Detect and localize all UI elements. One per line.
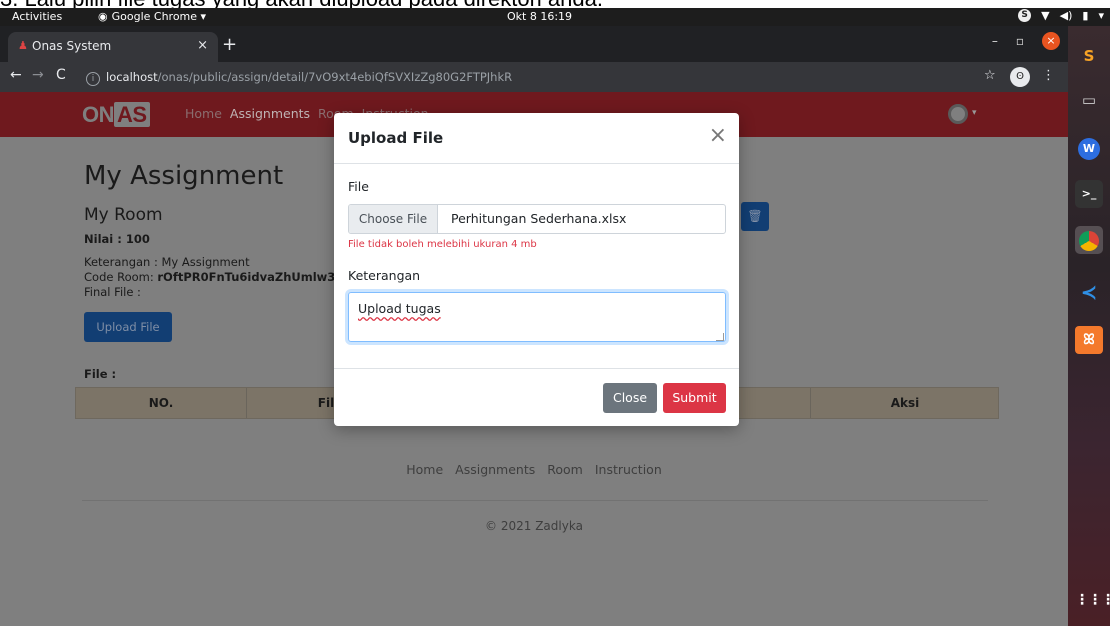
url-host: localhost — [106, 70, 158, 84]
battery-icon: ▮ — [1082, 9, 1089, 22]
tab-close-icon[interactable]: × — [197, 38, 208, 53]
dock: S ▭ W >_ ≺ ꕤ ⋮⋮⋮ — [1068, 26, 1110, 626]
code-room-value: rOftPR0FnTu6idvaZhUmlw3J — [157, 270, 340, 284]
file-section-label: File : — [84, 367, 117, 381]
site-info-icon[interactable]: i — [86, 72, 100, 86]
file-size-error: File tidak boleh melebihi ukuran 4 mb — [348, 239, 537, 250]
forward-button[interactable]: → — [32, 67, 44, 83]
new-tab-button[interactable]: + — [222, 34, 237, 55]
document-caption: 3. Lalu pilih file tugas yang akan diupl… — [0, 0, 1110, 8]
tab-title: Onas System — [32, 39, 112, 53]
col-aksi: Aksi — [890, 396, 920, 410]
footer-instruction[interactable]: Instruction — [595, 462, 662, 477]
selected-file-name: Perhitungan Sederhana.xlsx — [451, 211, 627, 226]
onas-logo[interactable]: ON AS — [82, 102, 150, 128]
keterangan-text: Keterangan : My Assignment — [84, 255, 250, 269]
window-controls: – ▫ × — [992, 32, 1060, 50]
assignment-details: Keterangan : My Assignment Code Room: rO… — [84, 255, 340, 300]
keterangan-label: Keterangan — [348, 268, 421, 283]
tray-menu-icon[interactable]: ▾ — [1098, 9, 1104, 22]
file-input[interactable]: Choose File Perhitungan Sederhana.xlsx — [348, 204, 726, 234]
address-bar-row: ← → C i localhost/onas/public/assign/deta… — [0, 62, 1068, 92]
url-path: /onas/public/assign/detail/7vO9xt4ebiQfS… — [157, 70, 513, 84]
choose-file-button[interactable]: Choose File — [349, 205, 438, 233]
upload-file-modal: Upload File × File Choose File Perhitung… — [334, 113, 739, 426]
sublime-text-icon[interactable]: S — [1075, 42, 1103, 70]
system-tray[interactable]: S ▼ ◀) ▮ ▾ — [1018, 9, 1104, 22]
logo-as: AS — [114, 102, 150, 127]
bookmark-star-icon[interactable]: ☆ — [984, 68, 996, 83]
nav-assignments[interactable]: Assignments — [230, 106, 310, 121]
copyright: © 2021 Zadlyka — [485, 519, 583, 533]
clock[interactable]: Okt 8 16:19 — [507, 10, 572, 23]
keterangan-textarea[interactable]: Upload tugas — [348, 292, 726, 342]
col-file: Fil — [317, 396, 335, 410]
logo-on: ON — [82, 102, 115, 127]
submit-button[interactable]: Submit — [663, 383, 726, 413]
room-name: My Room — [84, 205, 163, 225]
volume-icon: ◀) — [1059, 9, 1073, 22]
wifi-icon: ▼ — [1041, 9, 1050, 22]
xampp-icon[interactable]: ꕤ — [1075, 326, 1103, 354]
minimize-button[interactable]: – — [992, 34, 998, 48]
browser-tab[interactable]: ♟ Onas System × — [8, 32, 218, 62]
chrome-icon: ◉ — [98, 10, 108, 23]
os-top-bar: Activities ◉ Google Chrome ▾ Okt 8 16:19 … — [0, 8, 1110, 26]
col-no: NO. — [148, 396, 174, 410]
modal-footer: Close Submit — [334, 368, 739, 426]
col-divider — [246, 388, 247, 418]
browser-tab-bar: ♟ Onas System × + – ▫ × — [0, 26, 1068, 62]
profile-avatar[interactable]: ʘ — [1010, 67, 1030, 87]
upload-file-button[interactable]: Upload File — [84, 312, 172, 342]
activities-button[interactable]: Activities — [12, 10, 62, 23]
footer-divider — [82, 500, 988, 501]
skype-icon[interactable]: S — [1018, 9, 1032, 22]
trash-icon: 🗑 — [747, 209, 763, 223]
footer-room[interactable]: Room — [547, 462, 583, 477]
screen: 3. Lalu pilih file tugas yang akan diupl… — [0, 0, 1110, 626]
code-room-label: Code Room: — [84, 270, 158, 284]
modal-title: Upload File — [348, 129, 444, 147]
vscode-icon[interactable]: ≺ — [1075, 278, 1103, 306]
files-icon[interactable]: ▭ — [1075, 86, 1103, 114]
nav-home[interactable]: Home — [185, 106, 222, 121]
show-apps-icon[interactable]: ⋮⋮⋮ — [1075, 586, 1110, 614]
chrome-menu-icon[interactable]: ⋮ — [1042, 68, 1055, 83]
user-avatar[interactable] — [948, 104, 968, 124]
app-menu[interactable]: ◉ Google Chrome ▾ — [98, 10, 206, 23]
page-title: My Assignment — [84, 161, 284, 191]
back-button[interactable]: ← — [10, 67, 22, 83]
close-button[interactable]: Close — [603, 383, 657, 413]
user-menu-caret-icon[interactable]: ▾ — [972, 108, 977, 118]
keterangan-value: Upload tugas — [358, 301, 441, 316]
app-menu-label: Google Chrome ▾ — [111, 10, 207, 23]
modal-close-icon[interactable]: × — [709, 123, 727, 149]
chrome-dock-icon[interactable] — [1075, 226, 1103, 254]
delete-assignment-button[interactable]: 🗑 — [741, 202, 769, 231]
favicon-icon: ♟ — [18, 39, 28, 52]
final-file-label: Final File : — [84, 285, 141, 299]
grade: Nilai : 100 — [84, 232, 150, 246]
caption-text: 3. Lalu pilih file tugas yang akan diupl… — [0, 0, 603, 8]
reload-button[interactable]: C — [56, 67, 66, 83]
footer-nav: Home Assignments Room Instruction — [0, 462, 1068, 477]
maximize-button[interactable]: ▫ — [1016, 34, 1024, 48]
footer-assignments[interactable]: Assignments — [455, 462, 535, 477]
textarea-resize-handle[interactable] — [716, 333, 724, 341]
url-field[interactable]: i localhost/onas/public/assign/detail/7vO… — [86, 65, 966, 89]
file-label: File — [348, 179, 369, 194]
terminal-icon[interactable]: >_ — [1075, 180, 1103, 208]
window-close-button[interactable]: × — [1042, 32, 1060, 50]
footer-home[interactable]: Home — [406, 462, 443, 477]
code-room: Code Room: rOftPR0FnTu6idvaZhUmlw3J — [84, 270, 340, 285]
wps-office-icon[interactable]: W — [1078, 138, 1100, 160]
modal-header: Upload File × — [334, 113, 739, 164]
